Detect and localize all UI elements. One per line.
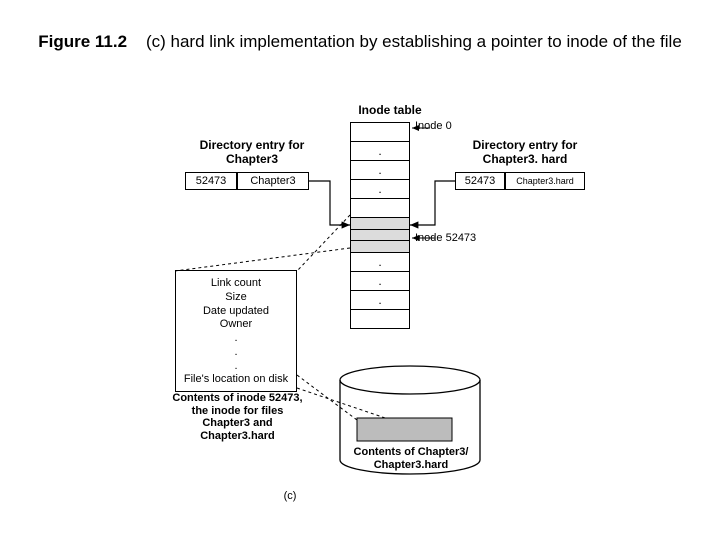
inode-contents-line: Date updated <box>180 305 292 319</box>
left-dir-heading-l1: Directory entry for <box>200 138 305 152</box>
inode-contents-last: File's location on disk <box>180 373 292 387</box>
right-dir-heading: Directory entry for Chapter3. hard <box>450 139 600 167</box>
figure-number: Figure 11.2 <box>38 32 127 51</box>
right-dir-heading-l1: Directory entry for <box>473 138 578 152</box>
right-dir-heading-l2: Chapter3. hard <box>483 152 568 166</box>
inode-caption-l3: Chapter3 and <box>202 417 272 429</box>
inode-table-label: Inode table <box>340 104 440 118</box>
inode-contents-line: Link count <box>180 277 292 291</box>
inode-row-dot: . <box>351 161 409 180</box>
left-dir-heading: Directory entry for Chapter3 <box>182 139 322 167</box>
inode-table: . . . . . . <box>350 122 410 329</box>
inode-row-dot: . <box>351 180 409 199</box>
inode-contents-line: Owner <box>180 318 292 332</box>
inode-caption-l1: Contents of inode 52473, <box>172 392 302 404</box>
subfigure-label: (c) <box>280 490 300 503</box>
inode-52473-cell <box>351 218 409 253</box>
right-dir-inode-num: 52473 <box>455 172 505 190</box>
inode-caption-l4: Chapter3.hard <box>200 430 275 442</box>
inode-contents-dot: . <box>180 360 292 374</box>
inode-row-dot: . <box>351 253 409 272</box>
inode-contents-dot: . <box>180 346 292 360</box>
inode-52473-label: Inode 52473 <box>415 232 505 245</box>
inode-contents-line: Size <box>180 291 292 305</box>
inode-0-label: Inode 0 <box>415 120 475 133</box>
inode-contents-dot: . <box>180 332 292 346</box>
left-dir-filename: Chapter3 <box>237 172 309 190</box>
inode-caption-l2: the inode for files <box>192 405 284 417</box>
right-dir-filename: Chapter3.hard <box>505 172 585 190</box>
left-dir-inode-num: 52473 <box>185 172 237 190</box>
disk-caption-l2: Chapter3.hard <box>374 459 449 471</box>
inode-contents-box: Link count Size Date updated Owner . . .… <box>175 270 297 392</box>
inode-row-dot: . <box>351 272 409 291</box>
inode-caption: Contents of inode 52473, the inode for f… <box>155 392 320 443</box>
figure-title: Figure 11.2 (c) hard link implementation… <box>0 32 720 52</box>
inode-row-dot: . <box>351 142 409 161</box>
left-dir-heading-l2: Chapter3 <box>226 152 278 166</box>
disk-caption: Contents of Chapter3/ Chapter3.hard <box>345 446 477 471</box>
inode-row <box>351 199 409 218</box>
inode-row-dot: . <box>351 291 409 310</box>
inode-row <box>351 310 409 329</box>
inode-row <box>351 123 409 142</box>
figure-caption: (c) hard link implementation by establis… <box>146 32 682 51</box>
disk-caption-l1: Contents of Chapter3/ <box>354 446 469 458</box>
